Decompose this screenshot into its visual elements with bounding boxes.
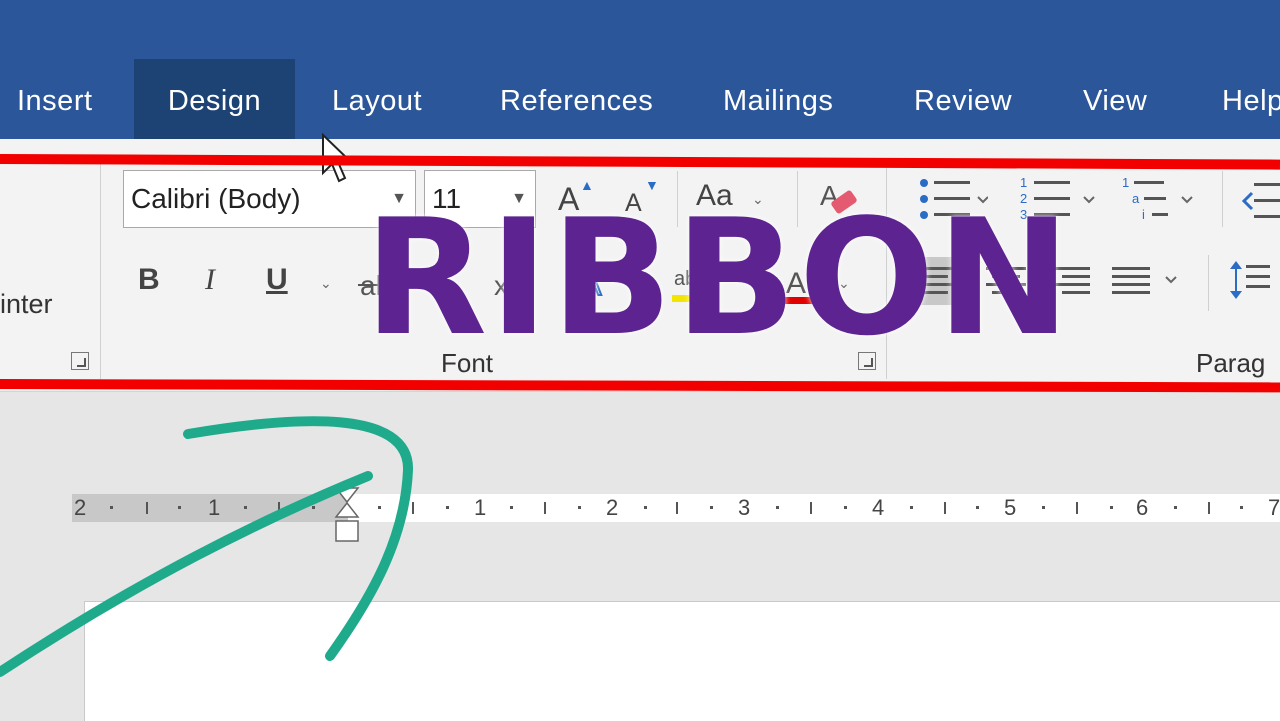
overlay-title: RIBBON [364,184,1073,371]
